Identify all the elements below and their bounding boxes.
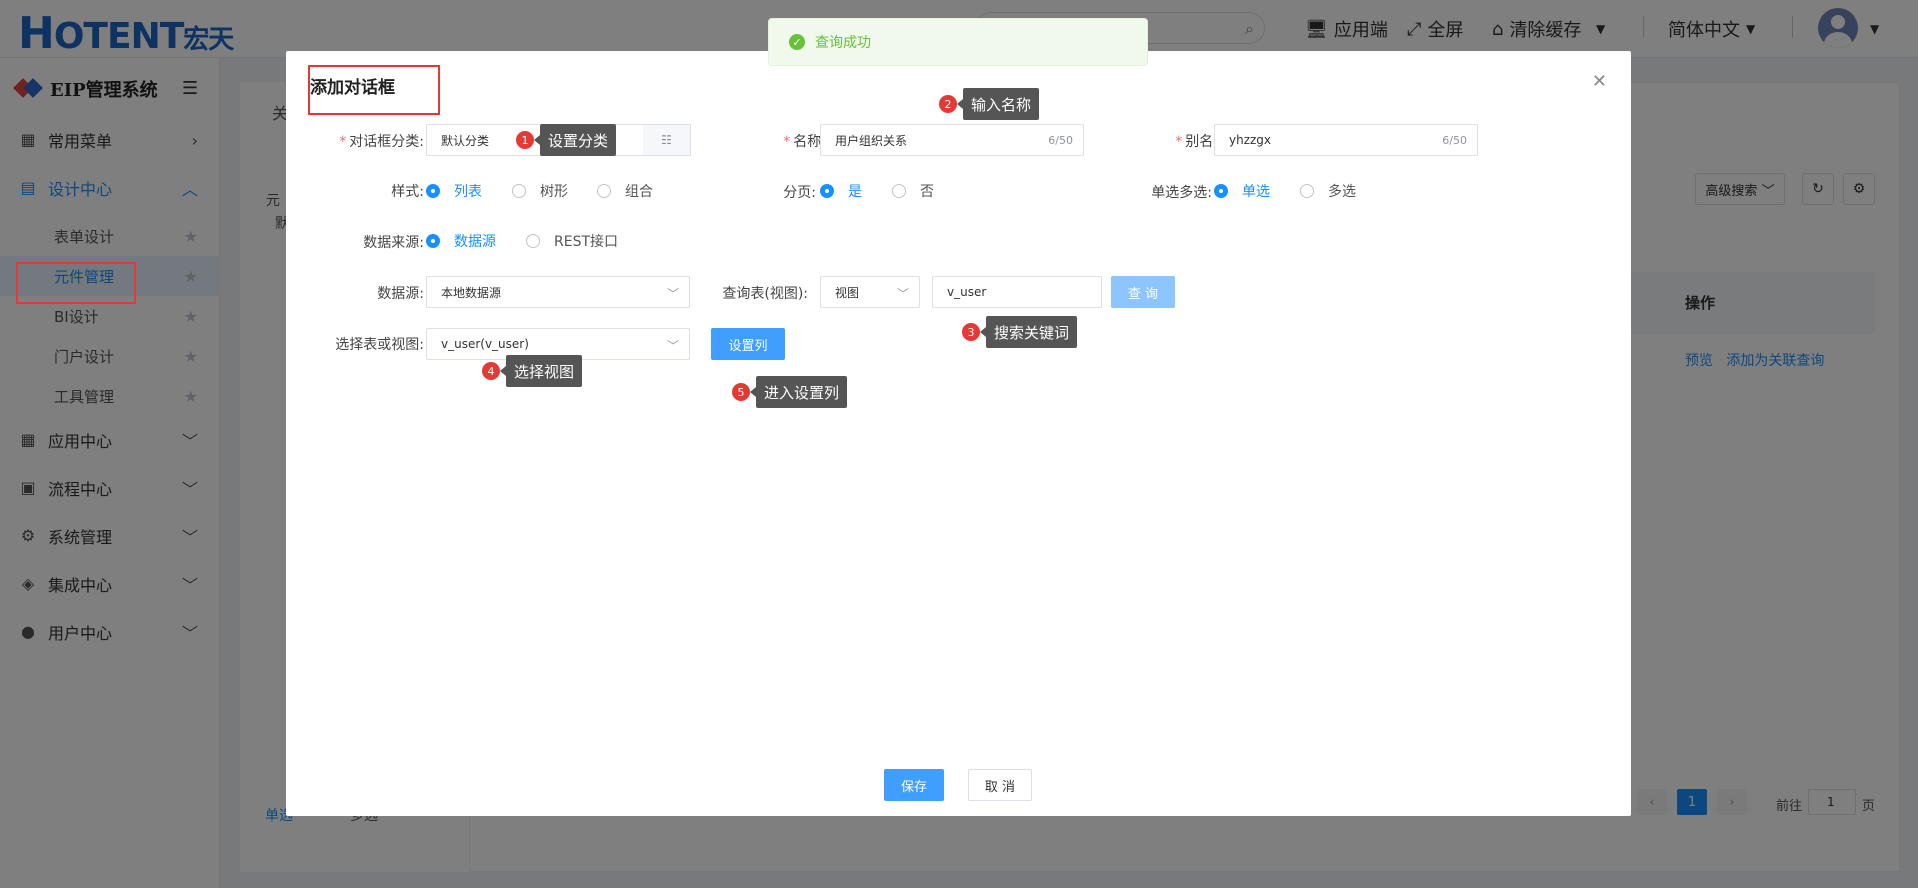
chevron-down-icon: ﹀ — [666, 287, 679, 301]
cancel-button[interactable]: 取 消 — [968, 769, 1032, 801]
datasource-label: 数据源: — [377, 286, 424, 302]
single-multi-label: 单选多选: — [1151, 185, 1212, 201]
radio-icon — [526, 234, 540, 248]
tip-5: 5 进入设置列 — [732, 376, 848, 408]
chevron-down-icon: ﹀ — [666, 339, 679, 353]
radio-checked-icon — [820, 184, 834, 198]
tip-1: 1 设置分类 — [516, 124, 617, 156]
source-radio-rest[interactable]: REST接口 — [526, 231, 618, 251]
name-input[interactable]: 用户组织关系 6/50 — [820, 124, 1084, 156]
list-icon: ☷ — [661, 133, 672, 147]
style-label: 样式: — [391, 184, 424, 200]
select-radio-multi[interactable]: 多选 — [1300, 181, 1356, 201]
paging-radio-no[interactable]: 否 — [892, 181, 934, 201]
radio-checked-icon — [1214, 184, 1228, 198]
query-table-label: 查询表(视图): — [722, 286, 808, 302]
alias-input[interactable]: yhzzgx 6/50 — [1214, 124, 1478, 156]
datasource-select[interactable]: 本地数据源 ﹀ — [426, 276, 690, 308]
tip-3: 3 搜索关键词 — [962, 316, 1078, 348]
save-button[interactable]: 保存 — [884, 769, 944, 801]
success-toast: ✓ 查询成功 — [768, 18, 1148, 66]
radio-icon — [892, 184, 906, 198]
add-dialog-modal: 添加对话框 ✕ * 对话框分类: 默认分类 ☷ * 名称: 用户组织关系 6/50 … — [286, 51, 1631, 816]
radio-icon — [512, 184, 526, 198]
close-icon[interactable]: ✕ — [1592, 71, 1607, 92]
radio-checked-icon — [426, 234, 440, 248]
tip-4: 4 选择视图 — [482, 355, 583, 387]
chevron-down-icon: ﹀ — [896, 287, 909, 301]
table-view-label: 选择表或视图: — [335, 337, 424, 353]
tip-2: 2 输入名称 — [939, 88, 1040, 120]
style-radio-combo[interactable]: 组合 — [597, 181, 653, 201]
select-radio-single[interactable]: 单选 — [1214, 181, 1270, 201]
query-type-select[interactable]: 视图 ﹀ — [820, 276, 920, 308]
source-label: 数据来源: — [363, 235, 424, 251]
check-circle-icon: ✓ — [789, 34, 805, 50]
query-keyword-input[interactable]: v_user — [932, 276, 1102, 308]
radio-icon — [597, 184, 611, 198]
paging-radio-yes[interactable]: 是 — [820, 181, 862, 201]
source-radio-datasource[interactable]: 数据源 — [426, 231, 496, 251]
alias-label: * 别名: — [1175, 134, 1218, 150]
radio-checked-icon — [426, 184, 440, 198]
set-columns-button[interactable]: 设置列 — [711, 328, 785, 360]
style-radio-list[interactable]: 列表 — [426, 181, 482, 201]
highlight-box-component-mgmt — [16, 262, 136, 304]
highlight-box-title — [308, 65, 440, 115]
paging-label: 分页: — [783, 185, 816, 201]
name-label: * 名称: — [783, 134, 826, 150]
radio-icon — [1300, 184, 1314, 198]
category-picker-button[interactable]: ☷ — [643, 124, 691, 156]
category-label: * 对话框分类: — [339, 134, 424, 150]
style-radio-tree[interactable]: 树形 — [512, 181, 568, 201]
query-button[interactable]: 查 询 — [1111, 276, 1175, 308]
